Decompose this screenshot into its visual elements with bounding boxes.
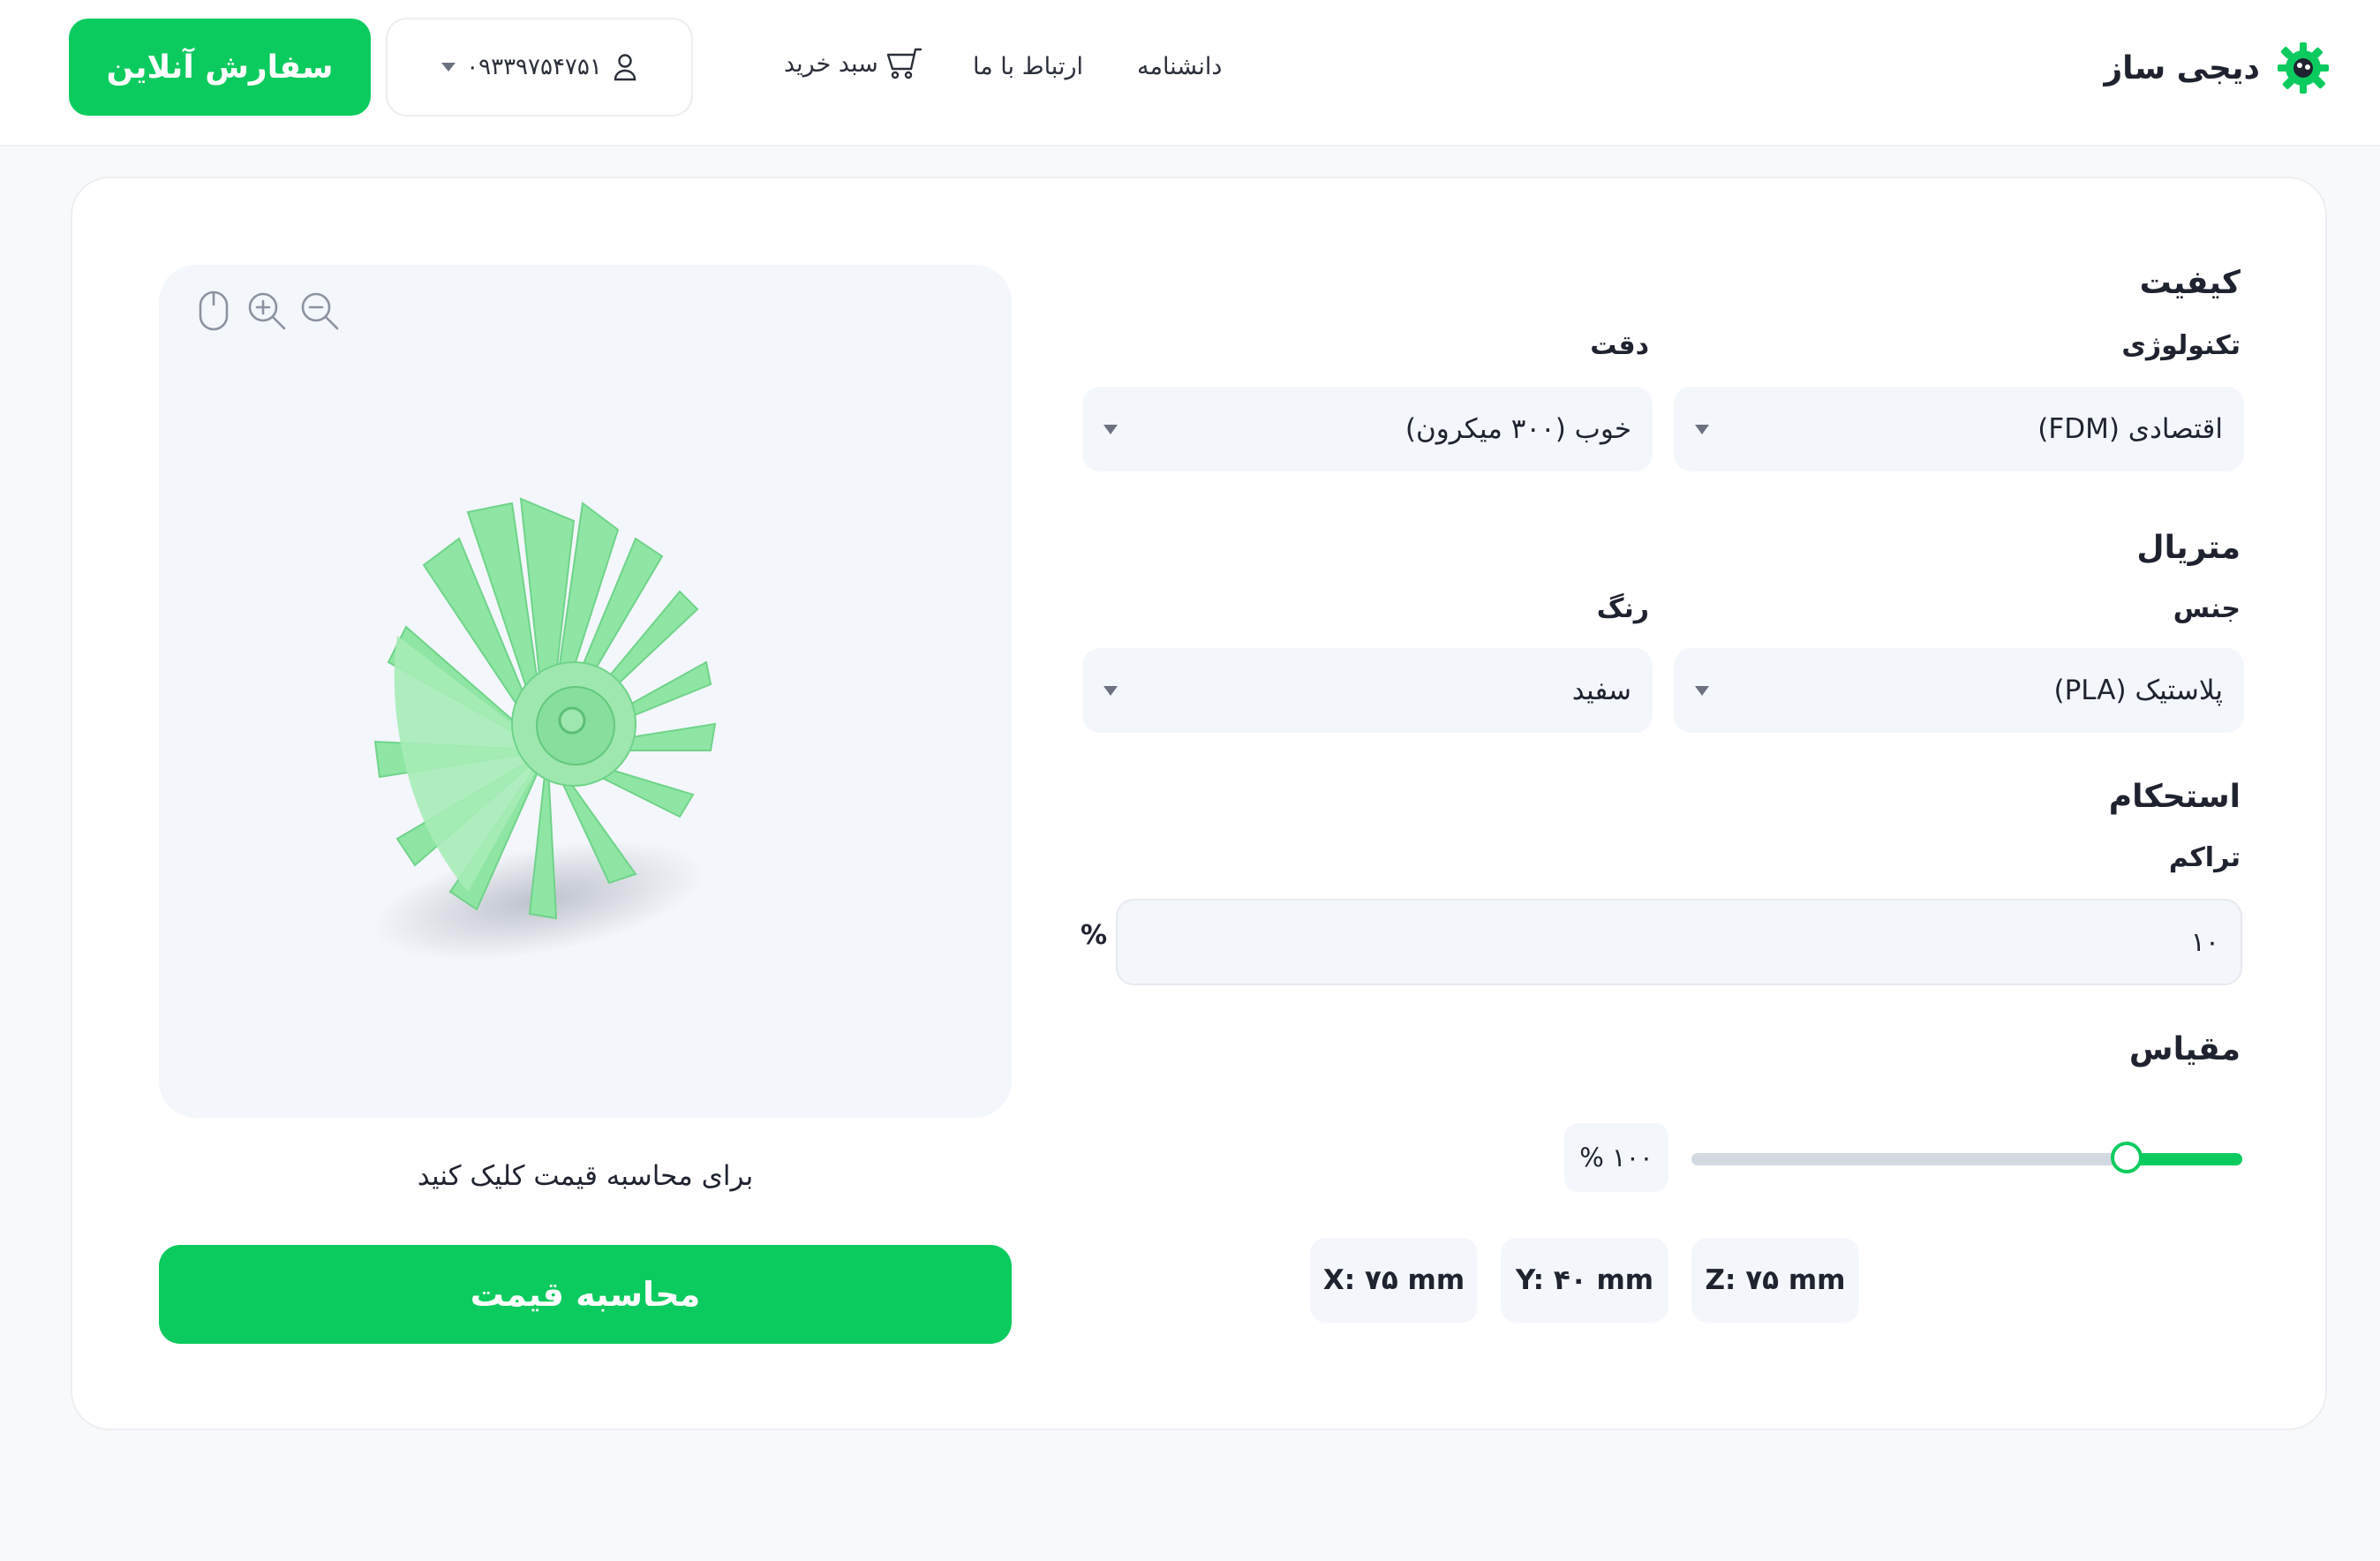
dim-y: Y: ۴۰ mm <box>1501 1238 1668 1323</box>
material-type-value: پلاستیک (PLA) <box>2053 675 2223 706</box>
price-hint: برای محاسبه قیمت کلیک کنید <box>417 1160 754 1192</box>
nav-wiki[interactable]: دانشنامه <box>1137 53 1222 80</box>
strength-title: استحکام <box>2108 779 2241 815</box>
scale-slider-fill <box>2127 1153 2242 1165</box>
online-order-button[interactable]: سفارش آنلاین <box>69 19 371 116</box>
material-title: متریال <box>2136 530 2241 566</box>
brand-name: دیجی ساز <box>2104 49 2260 87</box>
density-input[interactable]: ۱۰ <box>1116 899 2242 985</box>
dim-z: Z: ۷۵ mm <box>1691 1238 1859 1323</box>
zoom-in-icon[interactable] <box>244 288 290 334</box>
density-value: ۱۰ <box>2190 926 2219 958</box>
scale-value-badge: % ۱۰۰ <box>1564 1123 1668 1192</box>
viewer-toolbar <box>191 288 343 334</box>
caret-down-icon <box>1695 424 1709 434</box>
color-label: رنگ <box>1596 593 1649 624</box>
model-viewer[interactable] <box>159 265 1012 1118</box>
nav-cart[interactable]: سبد خرید <box>784 46 923 81</box>
caret-down-icon <box>1695 685 1709 696</box>
precision-select[interactable]: خوب (۳۰۰ میکرون) <box>1082 387 1653 471</box>
material-type-label: جنس <box>2173 593 2241 624</box>
gear-logo-icon <box>2278 42 2329 94</box>
calculate-price-button[interactable]: محاسبه قیمت <box>159 1245 1012 1344</box>
zoom-out-icon[interactable] <box>297 288 343 334</box>
cart-icon <box>886 48 923 79</box>
technology-value: اقتصادی (FDM) <box>2037 413 2223 445</box>
material-type-select[interactable]: پلاستیک (PLA) <box>1674 648 2244 733</box>
dim-x: X: ۷۵ mm <box>1310 1238 1478 1323</box>
brand-logo[interactable]: دیجی ساز <box>2104 39 2331 97</box>
order-card: برای محاسبه قیمت کلیک کنید محاسبه قیمت ک… <box>71 177 2327 1430</box>
caret-down-icon <box>1103 685 1118 696</box>
user-account-button[interactable]: ۰۹۳۳۹۷۵۴۷۵۱ <box>386 18 693 117</box>
nav-contact[interactable]: ارتباط با ما <box>973 53 1083 80</box>
cart-label: سبد خرید <box>784 49 878 78</box>
3d-fan-model[interactable] <box>371 486 777 998</box>
technology-label: تکنولوژی <box>2121 330 2241 361</box>
chevron-down-icon <box>441 63 456 72</box>
mouse-icon[interactable] <box>191 288 237 334</box>
user-phone: ۰۹۳۳۹۷۵۴۷۵۱ <box>466 54 602 80</box>
scale-slider-track[interactable] <box>1691 1153 2242 1165</box>
quality-title: کیفیت <box>2139 265 2241 301</box>
color-select[interactable]: سفید <box>1082 648 1653 733</box>
color-value: سفید <box>1571 675 1631 706</box>
technology-select[interactable]: اقتصادی (FDM) <box>1674 387 2244 471</box>
top-header: دیجی ساز دانشنامه ارتباط با ما سبد خرید … <box>0 0 2380 147</box>
scale-title: مقیاس <box>2128 1031 2241 1067</box>
density-label: تراکم <box>2168 842 2241 873</box>
user-icon <box>614 54 636 81</box>
caret-down-icon <box>1103 424 1118 434</box>
density-unit: % <box>1081 920 1108 951</box>
scale-slider-thumb[interactable] <box>2111 1142 2143 1173</box>
precision-label: دقت <box>1590 330 1649 361</box>
precision-value: خوب (۳۰۰ میکرون) <box>1405 413 1631 445</box>
